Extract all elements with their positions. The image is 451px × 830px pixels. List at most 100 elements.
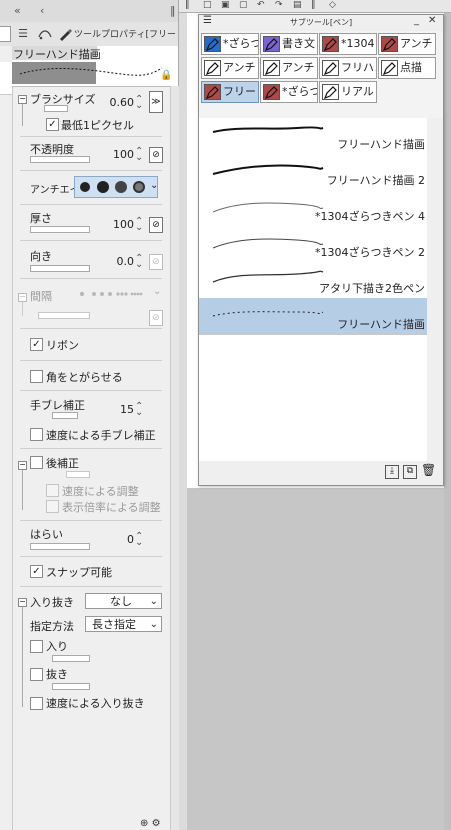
brush-size-dynamics-button[interactable]: ≫ <box>149 91 163 113</box>
ribbon-checkbox[interactable]: ✓ <box>30 338 43 351</box>
tool-property-tab-title[interactable]: ツールプロパティ[フリー <box>74 27 178 41</box>
collapse-post-correction-icon[interactable]: − <box>18 461 27 470</box>
duplicate-subtool-icon[interactable]: ⧉ <box>403 465 417 479</box>
save-icon[interactable]: ▢ <box>239 0 248 10</box>
close-icon[interactable]: ✕ <box>428 15 436 26</box>
post-correction-checkbox[interactable] <box>30 456 43 469</box>
brush-list-scrollbar[interactable] <box>427 118 443 461</box>
taper-in-slider[interactable] <box>52 655 90 662</box>
brush-list-item[interactable]: アタリ下描き2色ペン <box>199 262 427 299</box>
panel-menu-icon[interactable]: ☰ <box>14 25 32 42</box>
zoom-adjust-checkbox[interactable] <box>46 500 59 513</box>
subtool-tab-label: *ざらつ <box>223 37 259 50</box>
brush-list-item[interactable]: *1304ざらつきペン 2 <box>199 226 427 263</box>
subtool-tab[interactable]: 点描 <box>378 57 436 79</box>
sweep-spinner[interactable]: ⌃ ⌄ <box>135 532 143 548</box>
speed-stabilization-checkbox[interactable] <box>30 428 43 441</box>
brush-size-slider[interactable] <box>44 105 68 112</box>
chevron-down-icon[interactable]: ⌄ <box>153 286 161 297</box>
anti-alias-strong[interactable] <box>133 181 145 193</box>
subtool-tab[interactable]: アンチ <box>201 57 259 79</box>
thickness-value[interactable]: 100 <box>110 218 134 231</box>
side-tab-marker[interactable] <box>0 26 11 42</box>
post-correction-slider[interactable] <box>66 471 90 478</box>
lock-icon[interactable]: 🔒 <box>160 70 172 81</box>
trash-icon[interactable]: 🗑 <box>421 464 436 477</box>
taper-in-checkbox[interactable] <box>30 640 43 653</box>
direction-value[interactable]: 0.0 <box>110 255 135 268</box>
anti-alias-medium[interactable] <box>115 181 127 193</box>
collapse-brush-size-icon[interactable]: − <box>18 95 27 104</box>
new-canvas-icon[interactable]: □ <box>203 0 212 10</box>
open-file-icon[interactable]: ▣ <box>221 0 230 10</box>
subtool-tab[interactable]: アンチ <box>260 57 318 79</box>
interval-selector[interactable] <box>76 288 152 300</box>
anti-alias-selector[interactable]: ⌄ <box>74 176 158 198</box>
subtool-tab[interactable]: *ざらつ <box>260 81 318 103</box>
collapse-right-icon[interactable]: ‹ <box>40 4 44 17</box>
thickness-slider[interactable] <box>30 226 90 233</box>
speed-taper-checkbox[interactable] <box>30 697 43 710</box>
redo-icon[interactable]: ↷ <box>275 0 283 10</box>
anti-alias-none[interactable] <box>80 182 90 192</box>
brush-list-item[interactable]: フリーハンド描画 <box>199 298 427 335</box>
subtool-tab-label: リアル <box>341 85 374 98</box>
sweep-value[interactable]: 0 <box>110 533 134 546</box>
taper-out-slider[interactable] <box>52 683 90 690</box>
panel-grip-icon[interactable]: ‖ <box>170 4 176 17</box>
tool-property-tab-icon[interactable] <box>56 25 74 42</box>
direction-spinner[interactable]: ⌃ ⌄ <box>135 254 143 270</box>
direction-slider[interactable] <box>30 265 90 272</box>
subtool-tab[interactable]: 書き文 <box>260 33 318 55</box>
brush-size-value[interactable]: 0.60 <box>108 96 135 109</box>
stabilization-value[interactable]: 15 <box>110 403 134 416</box>
interval-dynamics-button[interactable]: ⊘ <box>149 310 163 326</box>
brush-shape-icon[interactable] <box>36 25 54 42</box>
opacity-spinner[interactable]: ⌃ ⌄ <box>135 147 143 163</box>
spec-method-dropdown[interactable]: 長さ指定 ⌄ <box>85 616 162 632</box>
thickness-dynamics-button[interactable]: ⊘ <box>149 217 163 233</box>
collapse-taper-icon[interactable]: − <box>18 598 27 607</box>
sweep-slider[interactable] <box>30 543 90 550</box>
toolbar-grip-icon: ‖ <box>311 0 316 10</box>
subtool-tab[interactable]: *1304 <box>319 33 377 55</box>
collapse-interval-icon[interactable]: − <box>18 293 27 302</box>
speed-adjust-checkbox[interactable] <box>46 484 59 497</box>
thickness-spinner[interactable]: ⌃ ⌄ <box>135 217 143 233</box>
chevron-down-icon[interactable]: ⌄ <box>150 180 158 191</box>
brush-list-item[interactable]: フリーハンド描画 <box>199 118 427 155</box>
snap-checkbox[interactable]: ✓ <box>30 565 43 578</box>
brush-size-spinner[interactable]: ⌃ ⌄ <box>135 95 143 111</box>
brush-list-item[interactable]: *1304ざらつきペン 4 <box>199 190 427 227</box>
subtool-tab[interactable]: アンチ <box>378 33 436 55</box>
clear-icon[interactable]: ▤ <box>293 0 302 10</box>
subtool-tab[interactable]: *ざらつ <box>201 33 259 55</box>
brush-list-item[interactable]: フリーハンド描画 2 <box>199 154 427 191</box>
settings-icon[interactable]: ⚙ <box>152 818 161 829</box>
sharp-corners-checkbox[interactable] <box>30 370 43 383</box>
thickness-label: 厚さ <box>30 212 52 225</box>
opacity-dynamics-button[interactable]: ⊘ <box>149 147 163 163</box>
direction-dynamics-button[interactable]: ⊘ <box>149 254 163 270</box>
opacity-value[interactable]: 100 <box>110 148 134 161</box>
subtool-tab[interactable]: リアル <box>319 81 377 103</box>
stabilization-slider[interactable] <box>52 412 78 419</box>
wrench-icon[interactable]: ⊕ <box>140 818 148 829</box>
opacity-slider[interactable] <box>30 156 90 163</box>
brush-stroke-preview <box>212 202 324 213</box>
taper-dropdown[interactable]: なし ⌄ <box>85 593 162 609</box>
copy-subtool-icon[interactable]: ⤓ <box>385 465 399 479</box>
interval-slider[interactable] <box>38 312 90 319</box>
minimize-icon[interactable]: _ <box>414 15 419 26</box>
snap-icon[interactable]: ◇ <box>329 0 336 10</box>
anti-alias-weak[interactable] <box>97 181 109 193</box>
min-one-pixel-checkbox[interactable]: ✓ <box>46 118 59 131</box>
subtool-tab[interactable]: フリー <box>201 81 259 103</box>
collapse-left-icon[interactable]: « <box>14 4 21 17</box>
subtool-titlebar[interactable]: ☰ サブツール[ペン] _ ✕ <box>199 15 443 31</box>
subtool-tab[interactable]: フリハン <box>319 57 377 79</box>
stabilization-spinner[interactable]: ⌃ ⌄ <box>135 402 143 418</box>
taper-out-checkbox[interactable] <box>30 668 43 681</box>
undo-icon[interactable]: ↶ <box>257 0 265 10</box>
panel-scrollbar[interactable] <box>170 86 179 830</box>
